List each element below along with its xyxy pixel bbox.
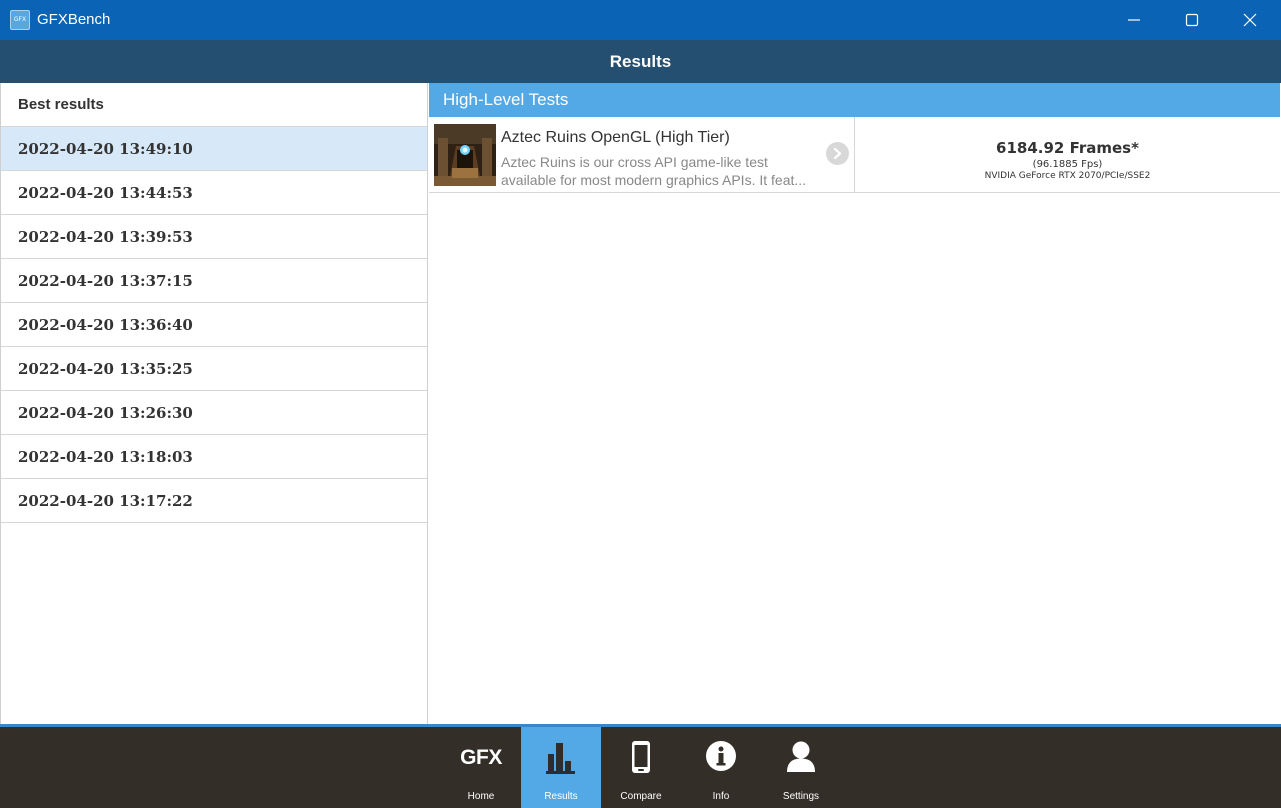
result-date-item[interactable]: 2022-04-20 13:39:53 — [1, 215, 427, 259]
results-list-panel: Best results 2022-04-20 13:49:10 2022-04… — [0, 83, 428, 725]
user-icon — [761, 740, 841, 776]
window-title: GFXBench — [37, 11, 111, 28]
nav-compare-label: Compare — [620, 791, 662, 802]
maximize-icon — [1185, 13, 1199, 27]
nav-compare[interactable]: Compare — [601, 727, 681, 808]
test-name: Aztec Ruins OpenGL (High Tier) — [501, 129, 730, 146]
minimize-icon — [1128, 19, 1140, 21]
section-header: High-Level Tests — [429, 83, 1280, 117]
score-gpu: NVIDIA GeForce RTX 2070/PCIe/SSE2 — [984, 171, 1151, 181]
maximize-button[interactable] — [1163, 0, 1221, 40]
result-date-item[interactable]: 2022-04-20 13:18:03 — [1, 435, 427, 479]
nav-home[interactable]: GFX Home — [441, 727, 521, 808]
best-results-item[interactable]: Best results — [1, 83, 427, 127]
result-date-item[interactable]: 2022-04-20 13:44:53 — [1, 171, 427, 215]
nav-results[interactable]: Results — [521, 727, 601, 808]
score-fps: (96.1885 Fps) — [1032, 159, 1103, 170]
result-date-item[interactable]: 2022-04-20 13:36:40 — [1, 303, 427, 347]
test-info-cell[interactable]: Aztec Ruins OpenGL (High Tier) Aztec Rui… — [429, 117, 855, 192]
page-title: Results — [609, 52, 672, 71]
test-description: Aztec Ruins is our cross API game-like t… — [501, 154, 807, 188]
result-date-item[interactable]: 2022-04-20 13:26:30 — [1, 391, 427, 435]
nav-settings[interactable]: Settings — [761, 727, 841, 808]
minimize-button[interactable] — [1105, 0, 1163, 40]
info-icon — [681, 740, 761, 776]
nav-info-label: Info — [712, 791, 730, 802]
nav-settings-label: Settings — [782, 791, 820, 802]
score-frames: 6184.92 Frames* — [996, 139, 1139, 157]
close-icon — [1243, 13, 1257, 27]
nav-info[interactable]: Info — [681, 727, 761, 808]
app-icon: GFX — [10, 10, 30, 30]
nav-home-label: Home — [467, 791, 495, 802]
chevron-right-icon — [833, 147, 842, 160]
details-button[interactable] — [826, 142, 849, 165]
result-date-item[interactable]: 2022-04-20 13:35:25 — [1, 347, 427, 391]
test-result-row[interactable]: Aztec Ruins OpenGL (High Tier) Aztec Rui… — [429, 117, 1280, 193]
result-date-item[interactable]: 2022-04-20 13:17:22 — [1, 479, 427, 523]
bottom-navigation: GFX Home Results Compare Info Settings — [0, 727, 1281, 808]
result-date-item[interactable]: 2022-04-20 13:49:10 — [1, 127, 427, 171]
page-header: Results — [0, 40, 1281, 83]
close-button[interactable] — [1221, 0, 1279, 40]
phone-icon — [601, 740, 681, 776]
bar-chart-icon — [521, 740, 601, 776]
test-score-cell: 6184.92 Frames* (96.1885 Fps) NVIDIA GeF… — [855, 117, 1280, 192]
gfx-logo-text: GFX — [460, 746, 502, 769]
test-thumbnail — [434, 124, 496, 186]
nav-results-label: Results — [544, 791, 578, 802]
result-date-item[interactable]: 2022-04-20 13:37:15 — [1, 259, 427, 303]
test-results-panel: High-Level Tests Aztec Ruins OpenGL (Hig… — [429, 83, 1280, 725]
gfx-logo-icon: GFX — [441, 740, 521, 776]
title-bar: GFX GFXBench — [0, 0, 1281, 40]
